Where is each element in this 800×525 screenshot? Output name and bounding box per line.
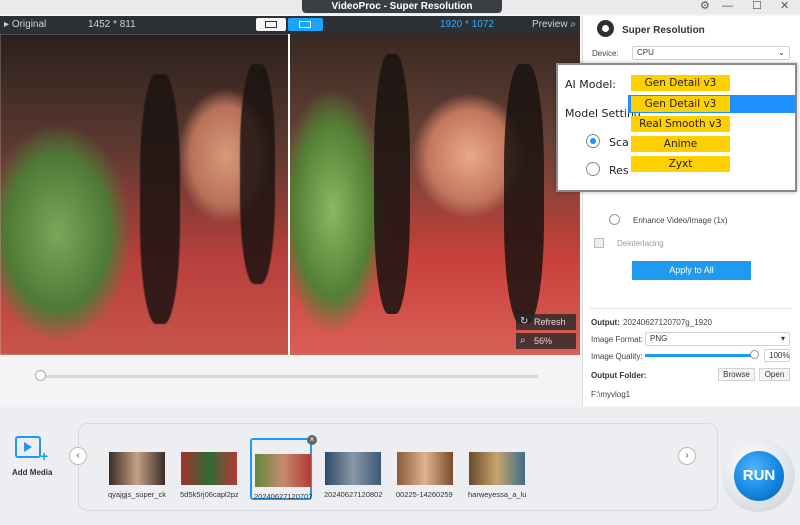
scale-label: Sca [609, 136, 629, 149]
output-filename: 20240627120707g_1920 [623, 318, 712, 327]
resolution-radio[interactable] [586, 162, 600, 176]
chevron-down-icon: ▾ [780, 334, 785, 343]
thumbnail-name: harweyessa_a_lu [468, 490, 526, 499]
media-thumbnail-selected[interactable]: 20240627120707g × [250, 435, 317, 501]
deinterlacing-label: Deinterlacing [617, 239, 664, 248]
preview-header: ▸ Original 1452 * 811 1920 * 1072 Previe… [0, 16, 580, 34]
open-button[interactable]: Open [759, 368, 790, 381]
original-image [0, 34, 289, 355]
preview-button[interactable]: Preview ⌕ [532, 19, 576, 30]
image-quality-slider[interactable] [645, 354, 757, 357]
timeline-track[interactable] [40, 375, 538, 378]
enhance-label: Enhance Video/Image (1x) [633, 216, 728, 225]
original-resolution: 1452 * 811 [88, 19, 136, 30]
media-thumbnail[interactable]: 5d5k5rj06capl2pz [178, 438, 240, 500]
thumbnail-name: qyajgjs_super_ck [108, 490, 166, 499]
image-quality-value[interactable]: 100% [764, 349, 790, 362]
enhanced-image [289, 34, 580, 355]
ai-model-label: AI Model: [565, 78, 616, 91]
device-select[interactable]: CPU ⌄ [632, 46, 790, 60]
film-reel-icon [597, 20, 614, 37]
image-format-label: Image Format: [591, 335, 644, 344]
image-quality-handle[interactable] [750, 350, 759, 359]
zoom-control[interactable]: ⌕ 56% [516, 333, 576, 349]
media-thumbnail[interactable]: 20240627120802l [322, 438, 384, 500]
thumbnail-image [255, 454, 311, 487]
hair-shape [504, 64, 544, 324]
thumbnail-name: 5d5k5rj06capl2pz [180, 490, 238, 499]
panel-title: Super Resolution [622, 25, 705, 36]
thumbnail-image [397, 452, 453, 485]
media-thumbnail[interactable]: harweyessa_a_lu [466, 438, 528, 500]
timeline-area [0, 355, 580, 405]
model-option[interactable]: Gen Detail v3 [631, 96, 730, 112]
media-thumbnail[interactable]: qyajgjs_super_ck [106, 438, 168, 500]
chevron-left-icon[interactable]: ‹ [69, 447, 87, 465]
refresh-icon: ↻ [520, 316, 529, 327]
zoom-icon: ⌕ [520, 335, 526, 346]
timeline-handle[interactable] [35, 370, 46, 381]
app-window: VideoProc - Super Resolution ⚙ — ☐ ✕ ▸ O… [0, 0, 800, 525]
scale-radio[interactable] [586, 134, 600, 148]
media-thumbnail[interactable]: 00225-14260259 [394, 438, 456, 500]
ai-model-select[interactable]: Gen Detail v3 [631, 75, 730, 91]
title-bar: VideoProc - Super Resolution ⚙ — ☐ ✕ [0, 0, 800, 14]
thumbnail-name: 20240627120802l [324, 490, 382, 499]
thumbnail-image [469, 452, 525, 485]
maximize-icon[interactable]: ☐ [752, 0, 762, 12]
minimize-icon[interactable]: — [722, 0, 733, 12]
chevron-right-icon[interactable]: › [678, 447, 696, 465]
add-media-icon[interactable] [15, 436, 41, 458]
close-icon[interactable]: ✕ [780, 0, 789, 12]
image-quality-label: Image Quality: [591, 352, 643, 361]
magnifier-icon: ⌕ [570, 19, 576, 30]
chevron-down-icon: ⌄ [778, 48, 785, 57]
output-resolution: 1920 * 1072 [440, 19, 494, 30]
enhance-radio[interactable] [609, 214, 620, 225]
refresh-button[interactable]: ↻ Refresh [516, 314, 576, 330]
thumbnail-image [325, 452, 381, 485]
close-icon[interactable]: × [307, 435, 317, 445]
run-button[interactable]: RUN [734, 451, 784, 501]
thumbnail-image [181, 452, 237, 485]
gear-icon[interactable]: ⚙ [700, 0, 710, 12]
image-format-value: PNG [650, 334, 668, 343]
hair-shape [140, 74, 180, 324]
deinterlacing-checkbox[interactable] [594, 238, 604, 248]
hair-shape [240, 64, 275, 284]
add-media-label[interactable]: Add Media [12, 468, 52, 477]
model-option[interactable]: Real Smooth v3 [631, 116, 730, 132]
panel-divider [590, 308, 792, 309]
thumbnail-image [109, 452, 165, 485]
output-folder-path: F:\myvlog1 [591, 390, 631, 399]
model-option[interactable]: Anime [631, 136, 730, 152]
compare-view-toggle[interactable] [288, 18, 323, 31]
plus-icon[interactable]: + [40, 448, 48, 464]
output-folder-label: Output Folder: [591, 371, 647, 380]
split-view-toggle[interactable] [256, 18, 286, 31]
image-format-select[interactable]: PNG ▾ [645, 332, 790, 346]
original-label: ▸ Original [4, 19, 47, 30]
resolution-label: Res [609, 164, 629, 177]
compare-divider[interactable] [288, 34, 290, 355]
device-label: Device: [592, 49, 619, 58]
output-label: Output: [591, 318, 620, 327]
thumbnail-name: 20240627120707g [254, 492, 312, 501]
device-value: CPU [637, 48, 654, 57]
thumbnail-name: 00225-14260259 [396, 490, 453, 499]
browse-button[interactable]: Browse [718, 368, 755, 381]
window-title: VideoProc - Super Resolution [302, 0, 502, 13]
model-option[interactable]: Zyxt [631, 156, 730, 172]
hair-shape [374, 54, 410, 314]
apply-to-all-button[interactable]: Apply to All [632, 261, 751, 280]
